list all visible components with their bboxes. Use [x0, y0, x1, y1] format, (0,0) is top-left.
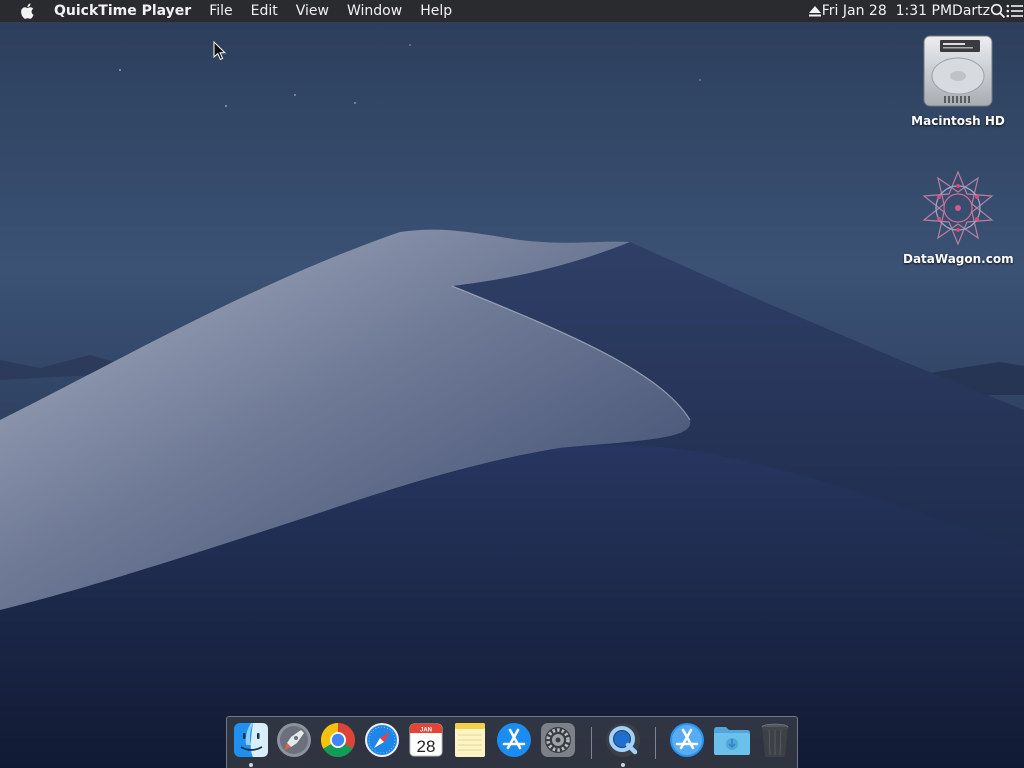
- calendar-day-label: 28: [417, 737, 436, 756]
- menu-bar: QuickTime Player File Edit View Window H…: [0, 0, 1024, 22]
- app-store-icon: [497, 723, 531, 757]
- datawagon-logo-icon: [922, 170, 994, 246]
- dock-downloads-folder[interactable]: [712, 721, 750, 761]
- launchpad-icon: [277, 723, 311, 757]
- quicktime-icon: [606, 723, 640, 757]
- desktop-icon-label: DataWagon.com: [903, 252, 1014, 266]
- menu-edit[interactable]: Edit: [242, 0, 287, 22]
- menu-window[interactable]: Window: [338, 0, 411, 22]
- desktop-icon-label: Macintosh HD: [911, 114, 1005, 128]
- dock-finder[interactable]: [232, 721, 270, 767]
- dock-calendar[interactable]: JAN 28: [407, 721, 445, 761]
- hard-drive-icon: [923, 35, 993, 107]
- spotlight-search-icon[interactable]: [990, 3, 1006, 19]
- notes-icon: [455, 723, 485, 757]
- mouse-cursor-icon: [213, 41, 227, 61]
- system-preferences-icon: [541, 723, 575, 757]
- safari-icon: [365, 723, 399, 757]
- menu-file[interactable]: File: [200, 0, 241, 22]
- chrome-icon: [321, 723, 355, 757]
- dock-separator: [655, 727, 656, 759]
- calendar-icon: JAN 28: [409, 723, 443, 757]
- calendar-month-label: JAN: [420, 728, 432, 734]
- desktop-wallpaper: [0, 0, 1024, 768]
- menu-view[interactable]: View: [287, 0, 338, 22]
- menu-app-name[interactable]: QuickTime Player: [54, 0, 200, 22]
- desktop-icon-datawagon[interactable]: DataWagon.com: [903, 168, 1014, 266]
- dock: JAN 28: [226, 716, 798, 768]
- menu-clock[interactable]: Fri Jan 28 1:31 PM: [822, 3, 952, 19]
- apple-logo-icon[interactable]: [18, 1, 38, 21]
- menu-help[interactable]: Help: [411, 0, 461, 22]
- eject-icon[interactable]: [808, 4, 822, 18]
- applications-folder-icon: [670, 723, 704, 757]
- dock-trash[interactable]: [756, 721, 794, 761]
- trash-icon: [761, 723, 789, 757]
- dock-system-preferences[interactable]: [539, 721, 577, 761]
- downloads-folder-icon: [714, 727, 750, 755]
- running-indicator: [621, 763, 625, 767]
- dock-quicktime[interactable]: [604, 721, 642, 767]
- running-indicator: [249, 763, 253, 767]
- dock-safari[interactable]: [363, 721, 401, 761]
- dock-chrome[interactable]: [319, 721, 357, 761]
- menu-user[interactable]: Dartz: [952, 3, 990, 19]
- dock-applications-folder[interactable]: [668, 721, 706, 761]
- dock-app-store[interactable]: [495, 721, 533, 761]
- dock-notes[interactable]: [451, 721, 489, 761]
- finder-icon: [234, 723, 268, 757]
- dock-separator: [591, 727, 592, 759]
- dock-launchpad[interactable]: [275, 721, 313, 761]
- desktop-icon-macintosh-hd[interactable]: Macintosh HD: [903, 30, 1013, 128]
- notification-center-icon[interactable]: [1006, 4, 1024, 18]
